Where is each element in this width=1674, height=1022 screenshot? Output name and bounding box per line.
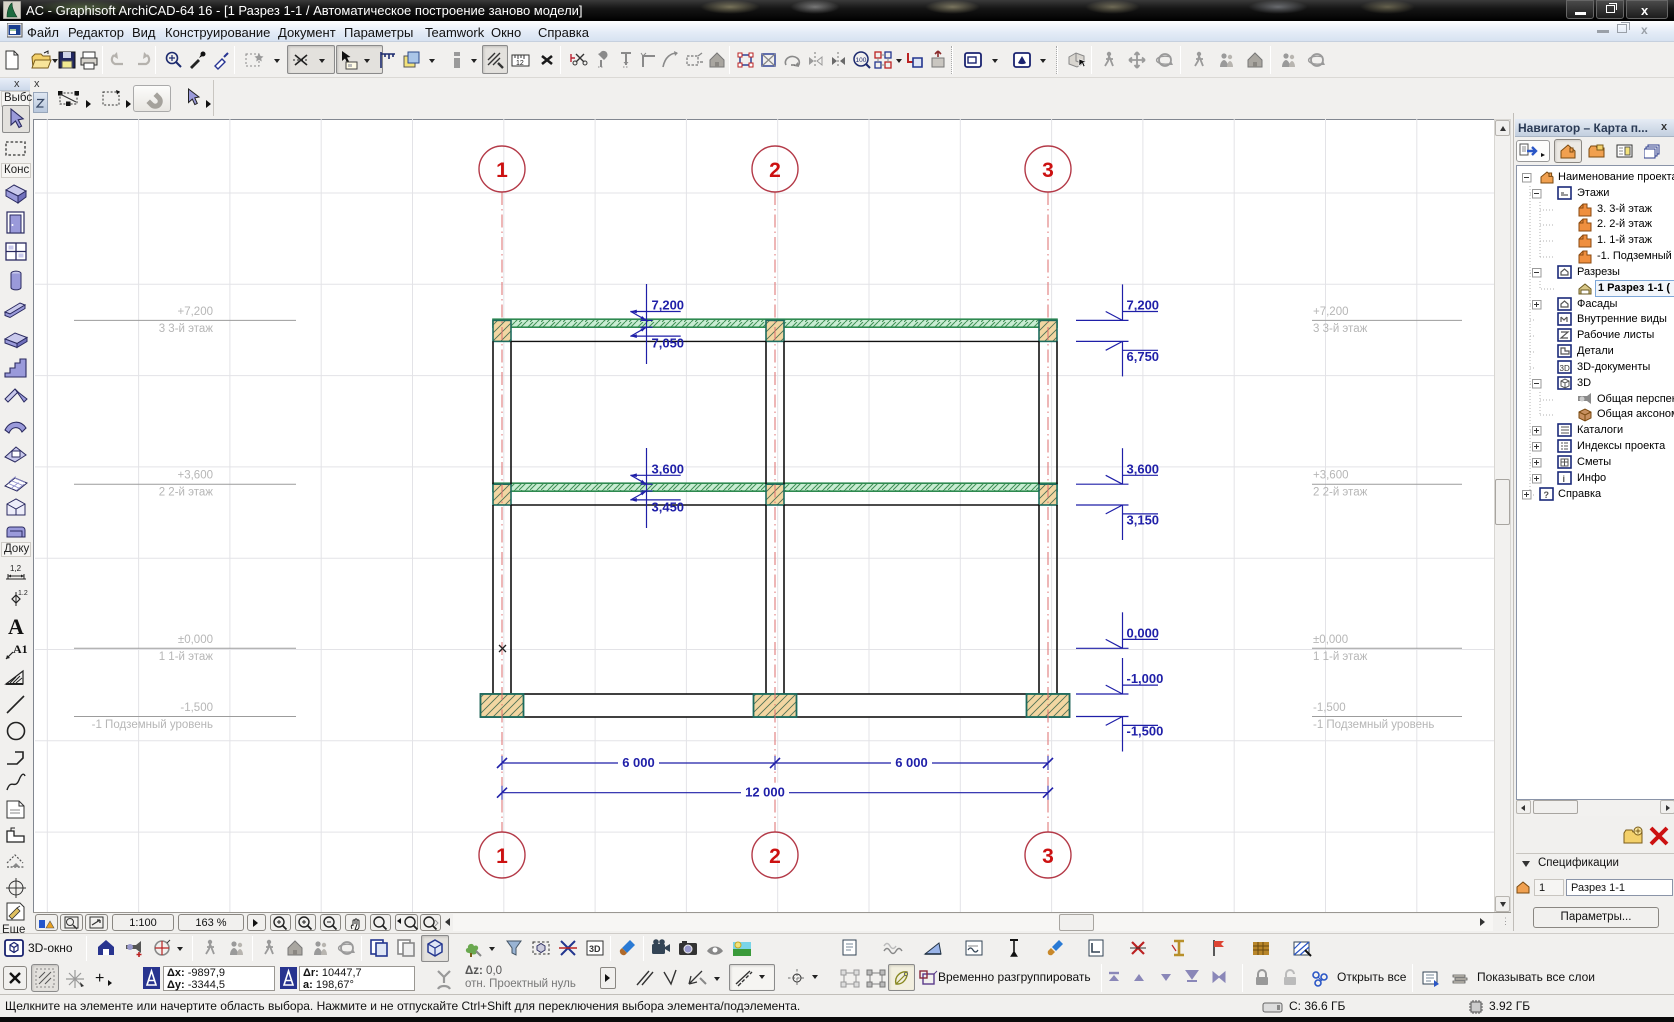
svg-text:12: 12 (516, 60, 524, 67)
svg-text:7,200: 7,200 (1127, 298, 1160, 313)
svg-text:A: A (8, 614, 24, 639)
svg-text:i: i (1563, 474, 1566, 484)
svg-text:-1,500: -1,500 (1313, 702, 1346, 714)
svg-text:±0,000: ±0,000 (178, 634, 213, 646)
svg-text:0,000: 0,000 (1127, 625, 1160, 640)
svg-text:3,450: 3,450 (652, 499, 685, 514)
svg-text:+7,200: +7,200 (178, 306, 214, 318)
svg-text:3 3-й этаж: 3 3-й этаж (159, 323, 214, 335)
svg-text:6,750: 6,750 (1127, 349, 1160, 364)
svg-text:3D: 3D (589, 944, 601, 954)
svg-text:-1 Подземный уровень: -1 Подземный уровень (92, 719, 213, 731)
svg-text:+3,600: +3,600 (178, 470, 214, 482)
svg-text:?: ? (1544, 490, 1550, 500)
svg-text:+3,600: +3,600 (1313, 470, 1349, 482)
svg-text:3D: 3D (1560, 364, 1570, 373)
svg-text:12 000: 12 000 (745, 785, 785, 800)
svg-text:1: 1 (496, 845, 508, 868)
svg-text:6 000: 6 000 (895, 755, 928, 770)
svg-text:3,600: 3,600 (652, 461, 685, 476)
svg-text:+7,200: +7,200 (1313, 306, 1349, 318)
svg-text:1 1-й этаж: 1 1-й этаж (1313, 651, 1368, 663)
svg-text:3,150: 3,150 (1127, 512, 1160, 527)
svg-text:100: 100 (856, 57, 867, 64)
svg-text:-1,000: -1,000 (1127, 671, 1164, 686)
svg-text:2: 2 (769, 845, 781, 868)
svg-text:7,050: 7,050 (652, 336, 685, 351)
svg-text:1.2: 1.2 (18, 590, 28, 597)
svg-text:-1 Подземный уровень: -1 Подземный уровень (1313, 719, 1434, 731)
svg-text:7,200: 7,200 (652, 298, 685, 313)
svg-text:2 2-й этаж: 2 2-й этаж (159, 487, 214, 499)
svg-text:±0,000: ±0,000 (1313, 634, 1348, 646)
svg-text:-1,500: -1,500 (1127, 724, 1164, 739)
svg-text:1,2: 1,2 (10, 564, 22, 573)
svg-text:1 1-й этаж: 1 1-й этаж (159, 651, 214, 663)
svg-text:-1,500: -1,500 (180, 702, 213, 714)
svg-text:3,600: 3,600 (1127, 461, 1160, 476)
svg-text:2: 2 (769, 159, 781, 182)
svg-text:3: 3 (1042, 845, 1054, 868)
svg-text:3: 3 (1042, 159, 1054, 182)
svg-text:1: 1 (496, 159, 508, 182)
svg-text:6 000: 6 000 (622, 755, 655, 770)
svg-text:3 3-й этаж: 3 3-й этаж (1313, 323, 1368, 335)
svg-text:A1: A1 (13, 642, 28, 656)
svg-text:2 2-й этаж: 2 2-й этаж (1313, 487, 1368, 499)
